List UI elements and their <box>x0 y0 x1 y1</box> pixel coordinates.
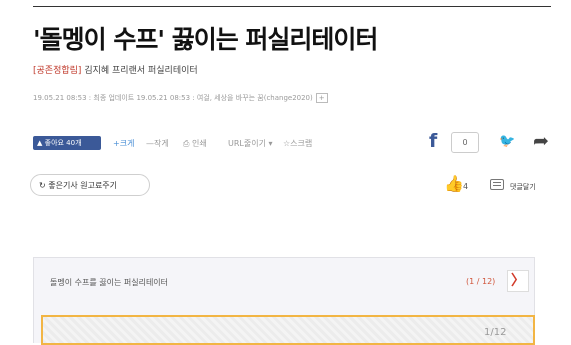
meta-expand-button[interactable]: + <box>315 93 328 103</box>
gallery-next-button[interactable]: 〉 <box>507 270 529 292</box>
font-increase-button[interactable]: +크게 <box>113 138 134 149</box>
recommend-count: 4 <box>463 182 469 191</box>
refresh-icon: ↻ <box>39 181 46 190</box>
comment-button[interactable]: 댓글달기 <box>510 182 536 192</box>
recommend-label: 좋은기사 원고료주기 <box>48 181 118 190</box>
gallery-slide-image[interactable] <box>41 315 535 345</box>
gallery-title: 돌멩이 수프를 끓이는 퍼실리테이터 <box>50 278 169 287</box>
gallery-counter: (1 / 12) <box>466 277 496 286</box>
top-divider <box>33 6 551 7</box>
like-label: 좋아요 40개 <box>44 139 82 147</box>
byline-tag[interactable]: [공존정합림] <box>33 66 81 76</box>
thumbs-up-icon[interactable]: 👍 <box>444 174 464 193</box>
printer-icon: ⎙ <box>183 139 190 148</box>
article-byline: [공존정합림] 김지혜 프리랜서 퍼실리테이터 <box>33 63 198 76</box>
meta-text: 19.05.21 08:53 : 최종 업데이트 19.05.21 08:53 … <box>33 94 313 102</box>
scrap-button[interactable]: ☆스크랩 <box>283 138 312 149</box>
twitter-share-icon[interactable]: 🐦 <box>499 134 515 149</box>
scrap-label: 스크랩 <box>290 139 313 148</box>
font-decrease-button[interactable]: —작게 <box>146 138 169 149</box>
print-label: 인쇄 <box>191 139 207 148</box>
comment-icon[interactable] <box>490 179 504 190</box>
thumbs-up-icon: ▲ <box>37 139 43 147</box>
facebook-like-button[interactable]: ▲ 좋아요 40개 <box>33 136 101 150</box>
article-toolbar: ▲ 좋아요 40개 +크게 —작게 ⎙ 인쇄 URL줄이기 ▾ ☆스크랩 f 0… <box>33 130 551 153</box>
url-label: URL줄이기 <box>228 139 266 148</box>
article-meta: 19.05.21 08:53 : 최종 업데이트 19.05.21 08:53 … <box>33 93 328 103</box>
print-button[interactable]: ⎙ 인쇄 <box>183 138 207 149</box>
slide-index: 1/12 <box>484 327 507 338</box>
article-headline: '돌멩이 수프' 끓이는 퍼실리테이터 <box>33 25 378 54</box>
facebook-share-icon[interactable]: f <box>429 130 437 152</box>
url-shorten-button[interactable]: URL줄이기 ▾ <box>228 138 273 149</box>
chevron-down-icon: ▾ <box>268 139 273 148</box>
share-arrow-icon[interactable]: ➦ <box>533 130 549 152</box>
share-count: 0 <box>451 132 479 153</box>
recommend-article-button[interactable]: ↻ 좋은기사 원고료주기 <box>30 174 150 196</box>
byline-author[interactable]: 김지혜 프리랜서 퍼실리테이터 <box>84 66 197 76</box>
